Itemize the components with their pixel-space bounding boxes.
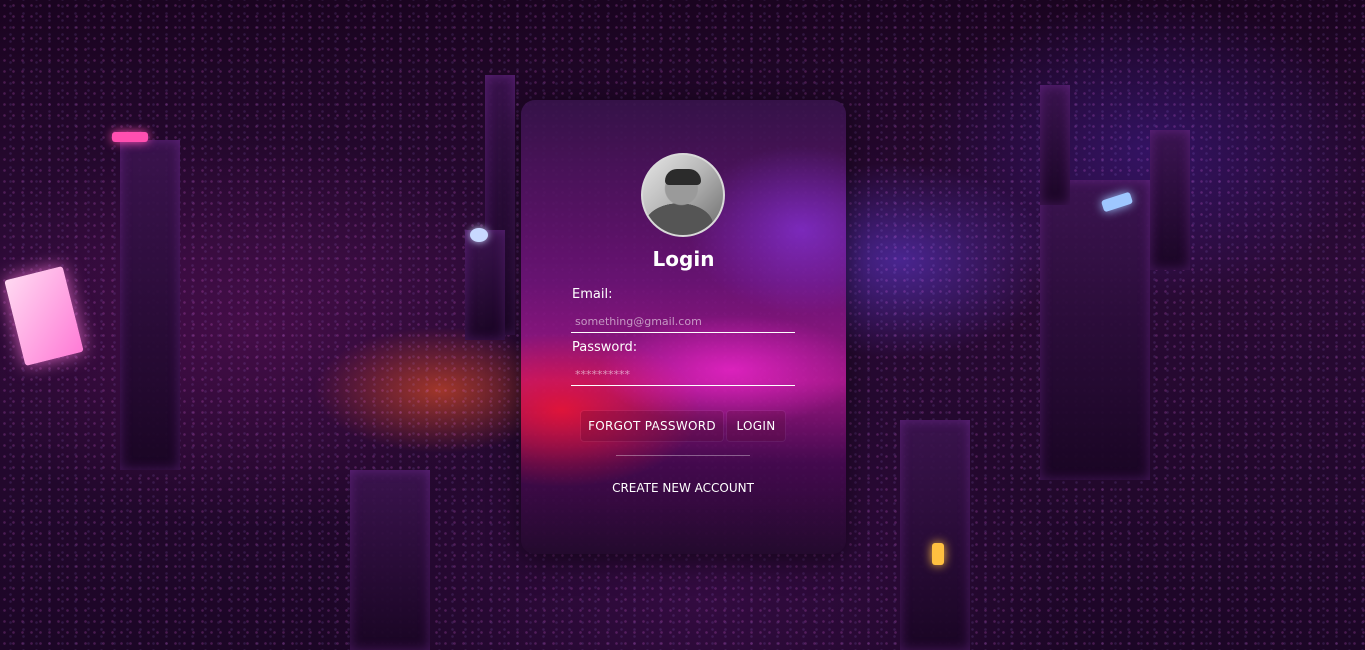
password-label: Password: (572, 340, 638, 355)
avatar-hair (665, 169, 701, 185)
building (120, 140, 180, 470)
forgot-password-button[interactable]: FORGOT PASSWORD (581, 411, 723, 441)
neon-sign (112, 132, 148, 142)
login-button[interactable]: LOGIN (727, 411, 785, 441)
email-field[interactable] (571, 311, 795, 333)
email-label: Email: (572, 287, 613, 302)
page-title: Login (652, 247, 715, 271)
building (350, 470, 430, 650)
neon-sign (470, 228, 488, 242)
building (1040, 85, 1070, 205)
neon-sign (932, 543, 944, 565)
building (1150, 130, 1190, 270)
login-card: Login Email: Password: FORGOT PASSWORD L… (521, 100, 846, 554)
create-account-button[interactable]: CREATE NEW ACCOUNT (593, 474, 773, 502)
building (465, 230, 505, 340)
password-field[interactable] (571, 364, 795, 386)
building (900, 420, 970, 650)
building (1040, 180, 1150, 480)
divider (616, 455, 750, 456)
avatar (641, 153, 725, 237)
